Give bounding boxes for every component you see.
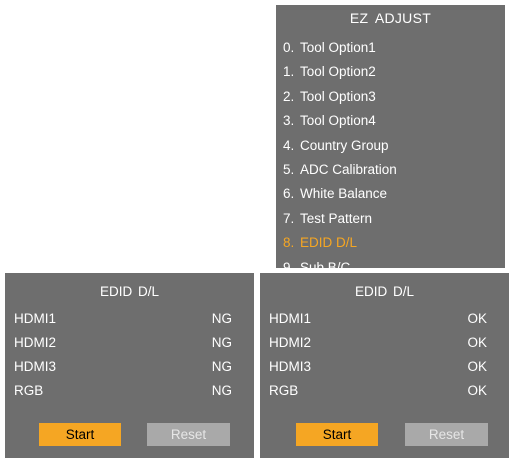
port-row-hdmi1: HDMI1 NG: [14, 307, 232, 331]
port-row-hdmi2: HDMI2 NG: [14, 331, 232, 355]
menu-item-number: 8.: [283, 235, 295, 251]
reset-button[interactable]: Reset: [147, 423, 230, 446]
menu-item-test-pattern[interactable]: 7. Test Pattern: [283, 207, 397, 231]
port-status: NG: [211, 359, 232, 374]
edid-dl-panel-ok: EDID D/L HDMI1 OK HDMI2 OK HDMI3 OK RGB …: [260, 273, 509, 458]
menu-item-edid-dl[interactable]: 8. EDID D/L: [283, 231, 397, 255]
port-label: HDMI3: [269, 359, 312, 374]
port-row-hdmi3: HDMI3 NG: [14, 355, 232, 379]
port-label: HDMI1: [269, 311, 312, 326]
menu-item-number: 6.: [283, 186, 295, 202]
menu-item-tool-option2[interactable]: 1. Tool Option2: [283, 60, 397, 84]
menu-item-label: White Balance: [300, 186, 388, 202]
menu-item-label: Tool Option4: [300, 113, 376, 129]
menu-item-number: 7.: [283, 210, 295, 226]
menu-item-number: 4.: [283, 137, 295, 153]
port-status: NG: [211, 383, 232, 398]
menu-item-label: EDID D/L: [300, 235, 358, 251]
start-button[interactable]: Start: [39, 423, 121, 446]
menu-item-number: 2.: [283, 88, 295, 104]
start-button[interactable]: Start: [296, 423, 378, 446]
port-row-hdmi1: HDMI1 OK: [269, 307, 487, 331]
port-status: NG: [211, 335, 232, 350]
menu-item-number: 1.: [283, 64, 295, 80]
port-label: HDMI2: [14, 335, 57, 350]
menu-item-number: 0.: [283, 40, 295, 55]
port-status: OK: [467, 383, 487, 398]
menu-item-tool-option4[interactable]: 3. Tool Option4: [283, 109, 397, 133]
menu-item-country-group[interactable]: 4. Country Group: [283, 134, 397, 158]
port-status: OK: [467, 335, 487, 350]
reset-button[interactable]: Reset: [405, 423, 488, 446]
menu-item-number: 5.: [283, 161, 295, 177]
menu-item-adc-calibration[interactable]: 5. ADC Calibration: [283, 158, 397, 182]
menu-title: EZ ADJUST: [349, 10, 432, 26]
menu-item-tool-option1[interactable]: 0. Tool Option1: [283, 36, 397, 60]
edid-panel-title: EDID D/L: [99, 284, 159, 299]
menu-item-number: 3.: [283, 113, 295, 129]
menu-item-white-balance[interactable]: 6. White Balance: [283, 182, 397, 206]
menu-item-label: ADC Calibration: [300, 161, 397, 177]
port-status: OK: [467, 359, 487, 374]
menu-list: 0. Tool Option1 1. Tool Option2 2. Tool Opt…: [283, 36, 397, 280]
menu-item-label: Test Pattern: [300, 210, 373, 226]
port-row-hdmi2: HDMI2 OK: [269, 331, 487, 355]
edid-panel-title: EDID D/L: [354, 284, 414, 299]
menu-item-label: Tool Option3: [300, 88, 376, 104]
port-label: RGB: [14, 383, 44, 398]
port-status: NG: [211, 311, 232, 326]
menu-item-tool-option3[interactable]: 2. Tool Option3: [283, 85, 397, 109]
menu-item-label: Tool Option1: [300, 40, 376, 55]
ez-adjust-menu: EZ ADJUST 0. Tool Option1 1. Tool Option2 …: [276, 5, 505, 275]
port-row-rgb: RGB OK: [269, 379, 487, 403]
port-label: RGB: [269, 383, 299, 398]
port-row-rgb: RGB NG: [14, 379, 232, 403]
menu-item-label: Tool Option2: [300, 64, 376, 80]
port-status: OK: [467, 311, 487, 326]
menu-item-label: Country Group: [300, 137, 389, 153]
edid-dl-panel-ng: EDID D/L HDMI1 NG HDMI2 NG HDMI3 NG RGB …: [5, 273, 254, 458]
port-label: HDMI1: [14, 311, 57, 326]
port-label: HDMI2: [269, 335, 312, 350]
port-row-hdmi3: HDMI3 OK: [269, 355, 487, 379]
port-label: HDMI3: [14, 359, 57, 374]
